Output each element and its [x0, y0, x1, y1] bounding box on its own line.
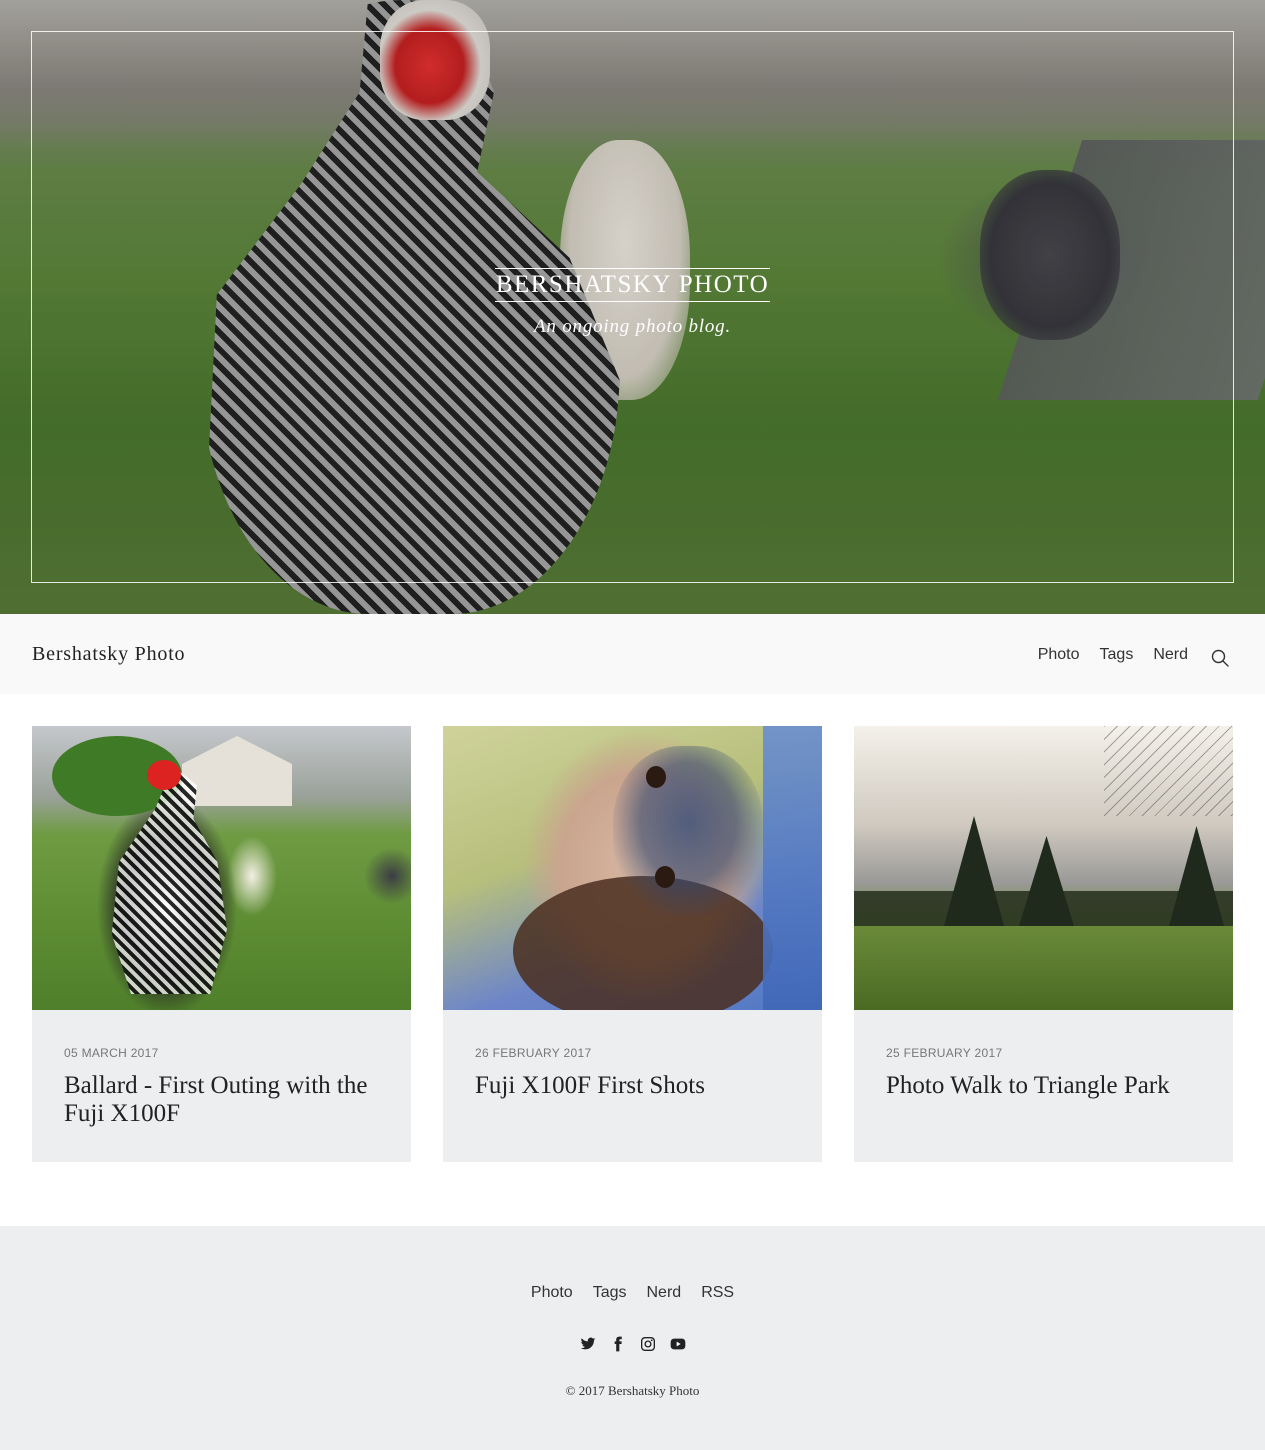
footer-links: Photo Tags Nerd RSS [0, 1284, 1265, 1302]
facebook-icon[interactable] [610, 1336, 626, 1352]
youtube-icon[interactable] [670, 1336, 686, 1352]
thumbnail-headband [763, 726, 822, 1010]
footer-link-photo[interactable]: Photo [531, 1284, 573, 1302]
post-title[interactable]: Ballard - First Outing with the Fuji X10… [64, 1072, 384, 1128]
post-date: 25 FEBRUARY 2017 [886, 1046, 1003, 1060]
post-card[interactable]: 05 MARCH 2017 Ballard - First Outing wit… [32, 726, 411, 1162]
thumbnail-branches [1104, 726, 1233, 816]
site-footer: Photo Tags Nerd RSS © 2017 Bershatsky Ph… [0, 1226, 1265, 1450]
thumbnail-hen-comb [147, 760, 181, 790]
copyright-text: © 2017 Bershatsky Photo [565, 1383, 700, 1398]
post-title[interactable]: Fuji X100F First Shots [475, 1072, 795, 1100]
brand-link[interactable]: Bershatsky Photo [32, 643, 185, 666]
post-thumbnail[interactable] [854, 726, 1233, 1010]
hero-frame [31, 31, 1234, 583]
hero-banner: BERSHATSKY PHOTO An ongoing photo blog. [0, 0, 1265, 614]
nav-link-photo[interactable]: Photo [1038, 646, 1080, 664]
nav-link-nerd[interactable]: Nerd [1153, 646, 1188, 664]
footer-link-nerd[interactable]: Nerd [647, 1284, 682, 1302]
post-thumbnail[interactable] [443, 726, 822, 1010]
post-card[interactable]: 26 FEBRUARY 2017 Fuji X100F First Shots [443, 726, 822, 1162]
thumbnail-house [182, 736, 292, 806]
nav-link-tags[interactable]: Tags [1100, 646, 1134, 664]
post-date: 05 MARCH 2017 [64, 1046, 159, 1060]
thumbnail-tree [1019, 836, 1074, 926]
nav-links: Photo Tags Nerd [1038, 646, 1188, 664]
footer-link-tags[interactable]: Tags [593, 1284, 627, 1302]
thumbnail-face-paint [613, 746, 763, 916]
hero-title-wrap: BERSHATSKY PHOTO [0, 268, 1265, 302]
thumbnail-eye [655, 866, 675, 888]
post-card[interactable]: 25 FEBRUARY 2017 Photo Walk to Triangle … [854, 726, 1233, 1162]
search-icon[interactable] [1210, 648, 1230, 668]
thumbnail-tree [944, 816, 1004, 926]
hero-title: BERSHATSKY PHOTO [494, 268, 771, 302]
thumbnail-tree [1169, 826, 1224, 926]
hero-subtitle: An ongoing photo blog. [533, 316, 732, 337]
twitter-icon[interactable] [580, 1336, 596, 1352]
social-links [0, 1336, 1265, 1352]
post-thumbnail[interactable] [32, 726, 411, 1010]
post-title[interactable]: Photo Walk to Triangle Park [886, 1072, 1206, 1100]
instagram-icon[interactable] [640, 1336, 656, 1352]
main-nav: Bershatsky Photo Photo Tags Nerd [0, 614, 1265, 694]
thumbnail-eye [646, 766, 666, 788]
footer-link-rss[interactable]: RSS [701, 1284, 734, 1302]
post-date: 26 FEBRUARY 2017 [475, 1046, 592, 1060]
